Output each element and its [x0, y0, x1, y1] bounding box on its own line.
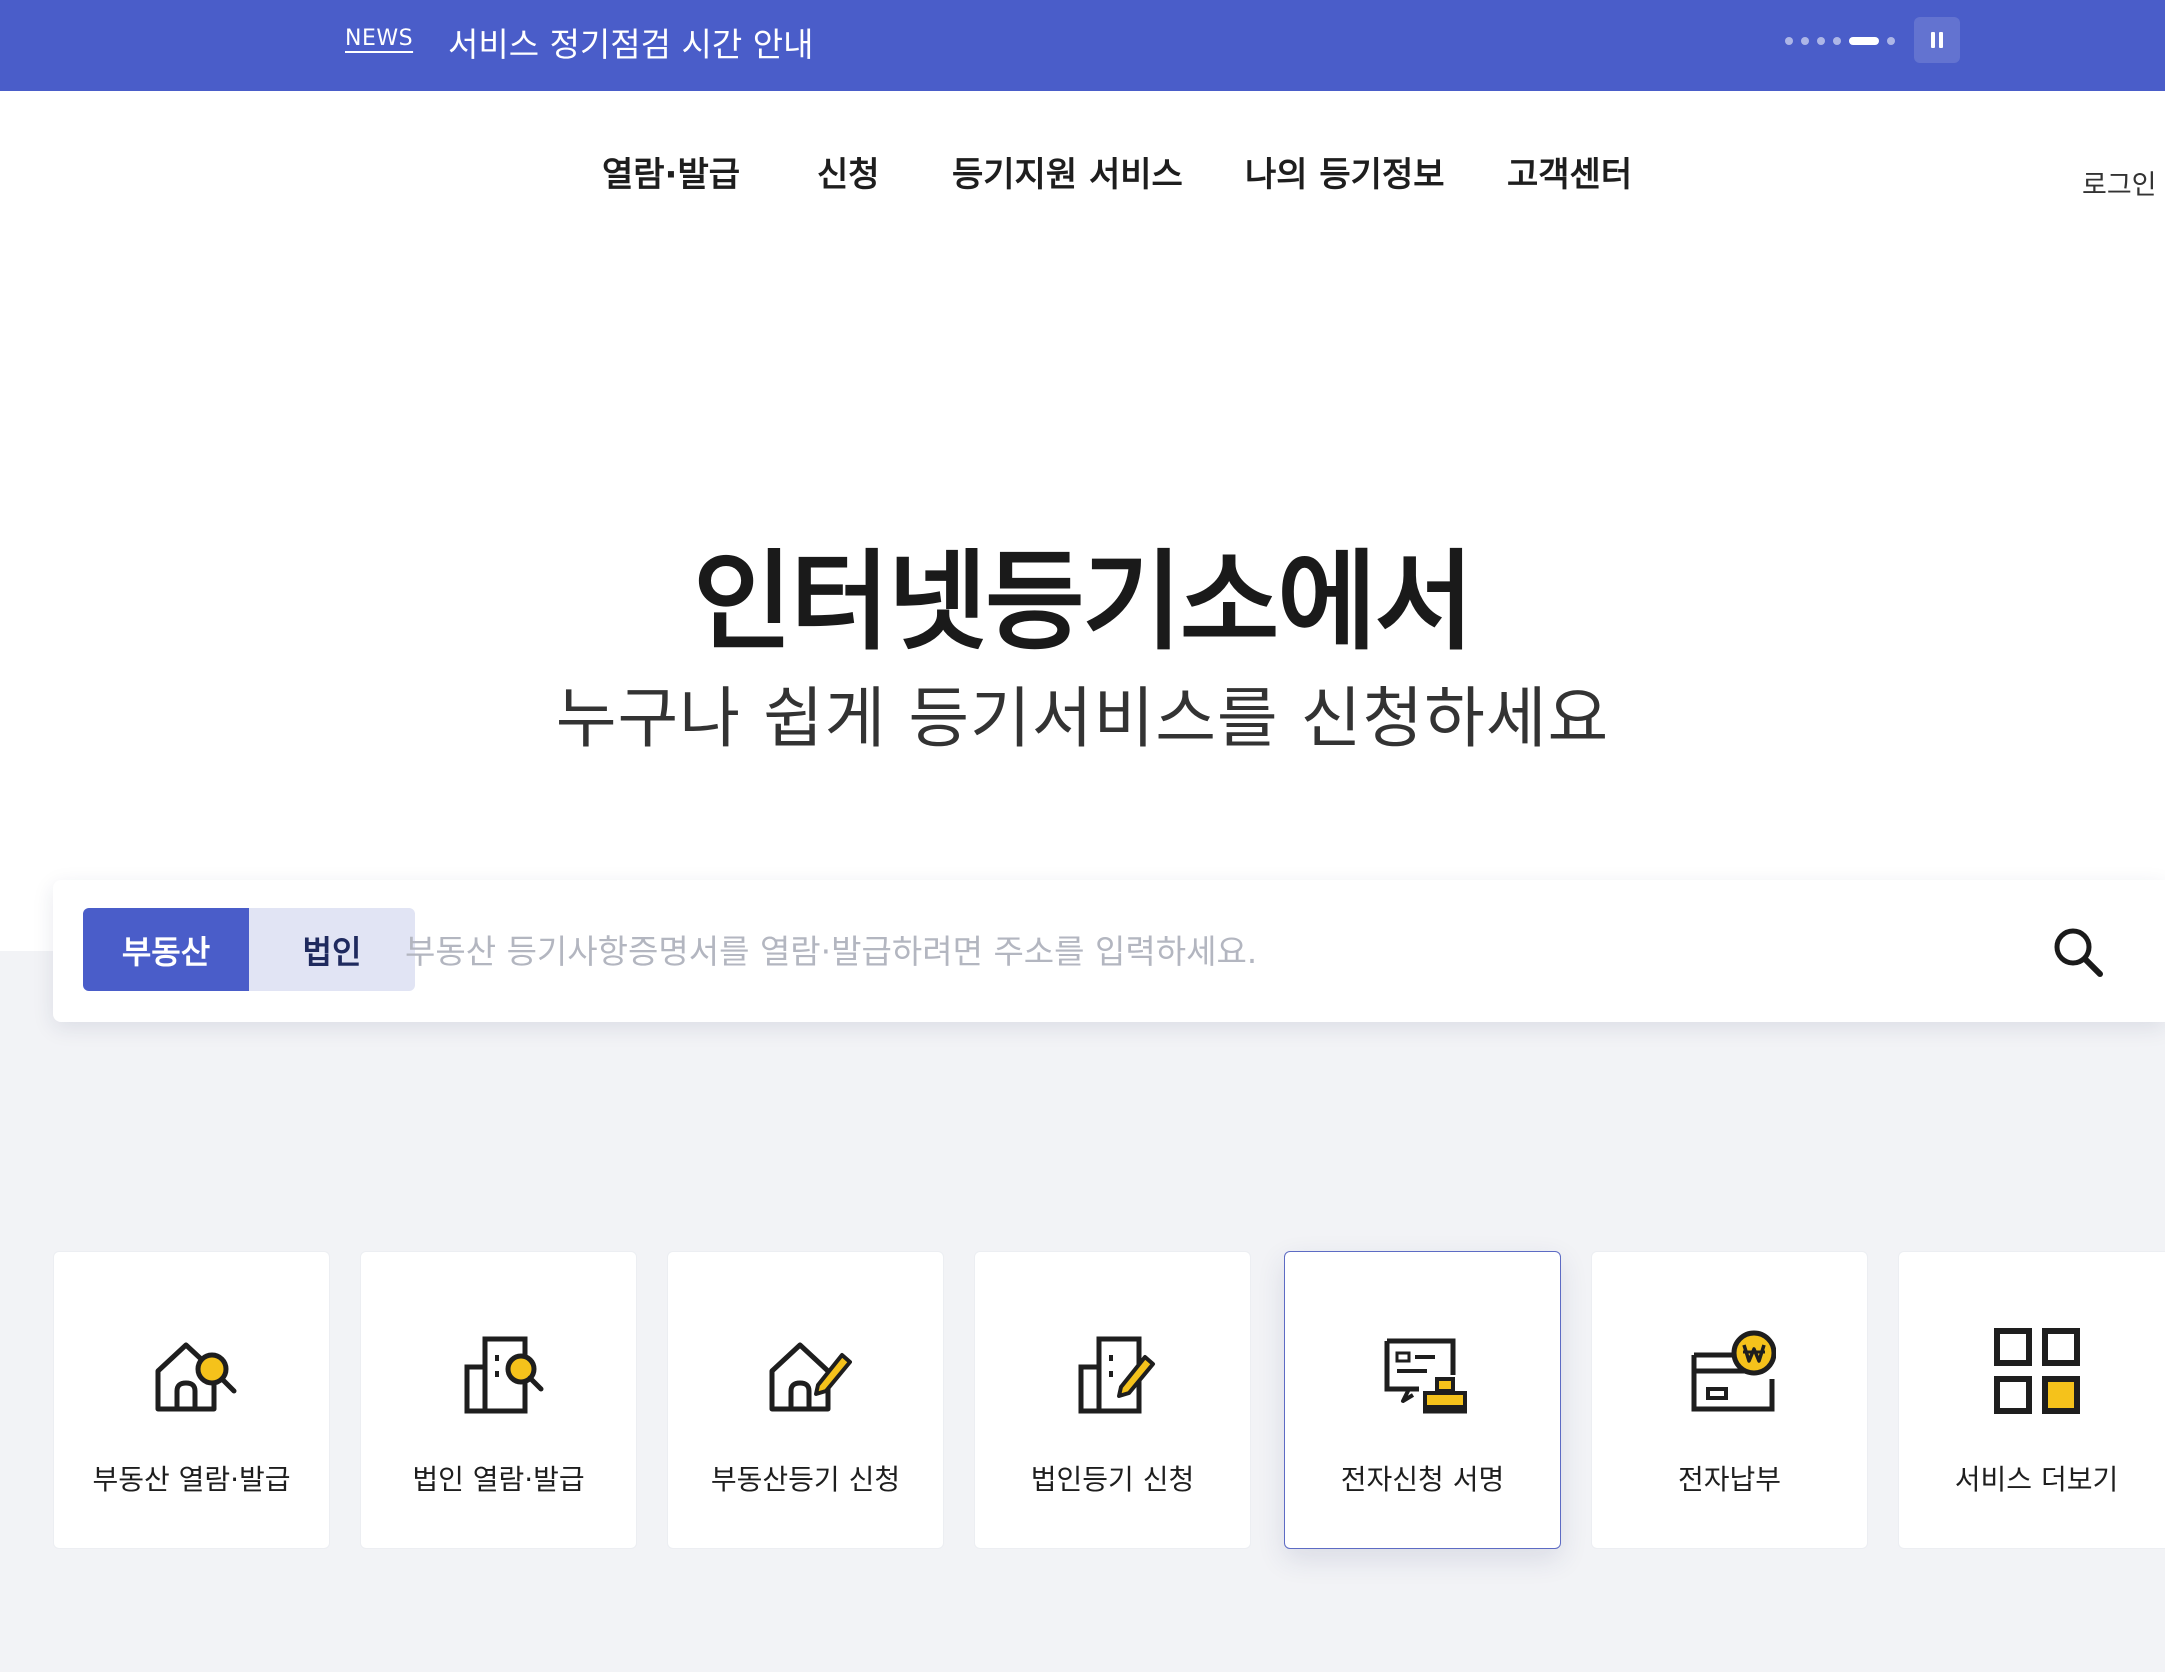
nav-item-apply[interactable]: 신청 [817, 147, 880, 196]
house-pen-icon [762, 1327, 852, 1417]
certificate-stamp-icon [1379, 1327, 1469, 1417]
grid-more-icon [1993, 1327, 2083, 1417]
search-box: 부동산 법인 [53, 880, 2165, 1022]
service-card-corporation-apply[interactable]: 법인등기 신청 [974, 1251, 1251, 1549]
service-card-e-sign[interactable]: 전자신청 서명 [1284, 1251, 1561, 1549]
card-won-icon [1686, 1327, 1777, 1417]
tab-corporation[interactable]: 법인 [249, 908, 415, 991]
main-navigation: 열람·발급 신청 등기지원 서비스 나의 등기정보 고객센터 로그인 [0, 91, 2165, 251]
news-tag[interactable]: NEWS [345, 26, 413, 51]
hero-subtitle: 누구나 쉽게 등기서비스를 신청하세요 [555, 680, 1610, 757]
service-card-label: 부동산 열람·발급 [92, 1463, 291, 1496]
service-card-label: 전자신청 서명 [1340, 1463, 1505, 1496]
nav-item-support-services[interactable]: 등기지원 서비스 [952, 147, 1183, 196]
building-search-icon [455, 1327, 545, 1417]
service-card-realestate-apply[interactable]: 부동산등기 신청 [667, 1251, 944, 1549]
nav-item-my-registry[interactable]: 나의 등기정보 [1245, 147, 1445, 196]
pause-icon[interactable] [1914, 17, 1960, 63]
news-page-dot[interactable] [1785, 37, 1793, 45]
news-page-dot[interactable] [1887, 37, 1895, 45]
service-card-corporation-view[interactable]: 법인 열람·발급 [360, 1251, 637, 1549]
building-pen-icon [1069, 1327, 1159, 1417]
house-search-icon [148, 1327, 238, 1417]
news-page-dot-active[interactable] [1849, 37, 1879, 45]
service-card-label: 부동산등기 신청 [710, 1463, 901, 1496]
tab-real-estate[interactable]: 부동산 [83, 908, 249, 991]
service-card-label: 법인등기 신청 [1030, 1463, 1195, 1496]
service-card-realestate-view[interactable]: 부동산 열람·발급 [53, 1251, 330, 1549]
service-card-more[interactable]: 서비스 더보기 [1898, 1251, 2165, 1549]
news-title-link[interactable]: 서비스 정기점검 시간 안내 [448, 18, 813, 66]
nav-item-view-issue[interactable]: 열람·발급 [602, 147, 740, 196]
login-link[interactable]: 로그인 [2082, 163, 2157, 202]
hero-title: 인터넷등기소에서 [693, 540, 1474, 665]
news-pagination [1785, 36, 1895, 46]
nav-item-customer-center[interactable]: 고객센터 [1507, 147, 1632, 196]
service-card-label: 법인 열람·발급 [412, 1463, 585, 1496]
service-card-e-payment[interactable]: 전자납부 [1591, 1251, 1868, 1549]
news-page-dot[interactable] [1833, 37, 1841, 45]
service-card-label: 전자납부 [1677, 1463, 1782, 1496]
search-icon[interactable] [2048, 922, 2108, 982]
news-bar: NEWS 서비스 정기점검 시간 안내 [0, 0, 2165, 91]
news-page-dot[interactable] [1817, 37, 1825, 45]
service-card-label: 서비스 더보기 [1954, 1463, 2119, 1496]
news-page-dot[interactable] [1801, 37, 1809, 45]
search-input[interactable] [405, 920, 1965, 982]
